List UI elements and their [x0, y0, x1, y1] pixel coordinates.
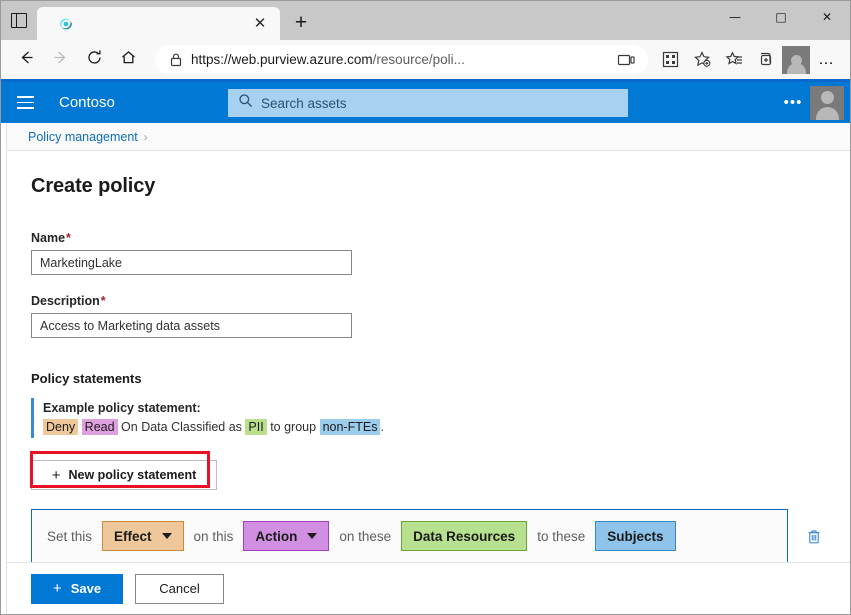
example-token-chip: non-FTEs: [320, 419, 381, 435]
vertical-tabs-icon: [11, 13, 27, 28]
field-description: Description* Access to Marketing data as…: [7, 294, 850, 338]
subjects-label: Subjects: [607, 529, 663, 544]
cancel-button[interactable]: Cancel: [135, 574, 224, 604]
breadcrumb-item-policy-management[interactable]: Policy management: [28, 130, 138, 144]
minimize-button[interactable]: —: [712, 1, 758, 33]
required-marker: *: [100, 294, 106, 308]
browser-toolbar: https://web.purview.azure.com/resource/p…: [1, 40, 850, 82]
search-input[interactable]: Search assets: [228, 89, 628, 117]
tab-actions-icon[interactable]: [1, 1, 37, 40]
hamburger-menu-icon[interactable]: [1, 82, 49, 123]
page-content: Policy management › Create policy Name* …: [7, 123, 850, 614]
chevron-down-icon: [307, 533, 317, 539]
page-body: Policy management › Create policy Name* …: [1, 123, 850, 614]
example-token-text: .: [380, 420, 383, 434]
url-text: https://web.purview.azure.com/resource/p…: [187, 52, 612, 67]
account-avatar[interactable]: [810, 86, 844, 120]
browser-tab[interactable]: ✕: [37, 7, 280, 40]
statement-prefix-2: on this: [194, 529, 234, 544]
profile-avatar[interactable]: [782, 46, 810, 74]
add-favorite-icon[interactable]: [686, 44, 718, 76]
search-icon: [238, 93, 253, 113]
home-button[interactable]: [111, 43, 145, 77]
forward-arrow-icon: [51, 48, 70, 72]
app-more-icon[interactable]: •••: [776, 82, 810, 123]
example-token-text: to group: [270, 420, 316, 434]
effect-dropdown[interactable]: Effect: [102, 521, 184, 551]
forward-button[interactable]: [43, 43, 77, 77]
statement-prefix-3: on these: [339, 529, 391, 544]
browser-settings-more-icon[interactable]: …: [810, 44, 842, 76]
description-input[interactable]: Access to Marketing data assets: [31, 313, 352, 338]
brand-name: Contoso: [49, 94, 115, 111]
close-icon: ✕: [822, 11, 832, 23]
breadcrumb-separator-icon: ›: [138, 130, 154, 144]
policy-statements-heading: Policy statements: [7, 371, 850, 386]
form-action-bar: + Save Cancel: [7, 562, 850, 614]
address-bar[interactable]: https://web.purview.azure.com/resource/p…: [155, 45, 648, 75]
example-token-chip: PII: [245, 419, 266, 435]
maximize-button[interactable]: □: [758, 1, 804, 33]
data-resources-selector[interactable]: Data Resources: [401, 521, 527, 551]
lock-icon: [165, 52, 187, 68]
save-button[interactable]: + Save: [31, 574, 123, 604]
tab-strip: ✕ + — □ ✕: [1, 1, 850, 40]
action-label: Action: [255, 529, 297, 544]
qr-code-icon[interactable]: [654, 44, 686, 76]
favorites-list-icon[interactable]: [718, 44, 750, 76]
effect-label: Effect: [114, 529, 152, 544]
refresh-icon: [85, 48, 104, 72]
statement-prefix-4: to these: [537, 529, 585, 544]
page-title: Create policy: [7, 151, 850, 198]
example-title: Example policy statement:: [43, 401, 850, 415]
trash-icon[interactable]: [805, 528, 823, 546]
policy-statement-row: Set this Effect on this Action on these …: [31, 509, 788, 562]
back-button[interactable]: [9, 43, 43, 77]
new-policy-statement-wrapper: + New policy statement: [31, 460, 227, 490]
example-token-text: On Data Classified as: [121, 420, 242, 434]
example-token-chip: Deny: [43, 419, 78, 435]
example-token-chip: Read: [82, 419, 118, 435]
search-placeholder: Search assets: [253, 96, 347, 111]
field-name-label: Name*: [31, 231, 850, 245]
url-path: /resource/poli...: [373, 52, 465, 67]
example-statement-line: Deny Read On Data Classified as PII to g…: [43, 419, 850, 435]
back-arrow-icon: [17, 48, 36, 72]
required-marker: *: [65, 231, 71, 245]
window-controls: — □ ✕: [712, 1, 850, 33]
field-name: Name* MarketingLake: [7, 231, 850, 275]
minimize-icon: —: [729, 11, 741, 23]
maximize-icon: □: [775, 11, 786, 23]
avatar: [782, 46, 810, 74]
purview-logo-icon: [57, 15, 75, 33]
home-icon: [119, 48, 138, 72]
example-policy-statement: Example policy statement: Deny Read On D…: [31, 398, 850, 438]
data-resources-label: Data Resources: [413, 529, 515, 544]
new-policy-statement-label: New policy statement: [68, 468, 196, 482]
chevron-down-icon: [162, 533, 172, 539]
save-label: Save: [71, 581, 101, 596]
name-input[interactable]: MarketingLake: [31, 250, 352, 275]
subjects-selector[interactable]: Subjects: [595, 521, 675, 551]
field-description-label: Description*: [31, 294, 850, 308]
url-domain: https://web.purview.azure.com: [191, 52, 373, 67]
plus-icon: +: [53, 581, 62, 596]
form-scroll-area: Create policy Name* MarketingLake Descri…: [7, 151, 850, 562]
statement-prefix-1: Set this: [47, 529, 92, 544]
plus-icon: +: [52, 468, 61, 483]
split-screen-icon[interactable]: [612, 52, 640, 68]
close-tab-icon[interactable]: ✕: [248, 12, 272, 36]
collections-icon[interactable]: [750, 44, 782, 76]
close-window-button[interactable]: ✕: [804, 1, 850, 33]
action-dropdown[interactable]: Action: [243, 521, 329, 551]
app-header: Contoso Search assets •••: [1, 82, 850, 123]
refresh-button[interactable]: [77, 43, 111, 77]
app-header-actions: •••: [776, 82, 850, 123]
breadcrumb: Policy management ›: [7, 123, 850, 151]
browser-window: ✕ + — □ ✕: [0, 0, 851, 615]
new-tab-button[interactable]: +: [284, 8, 318, 38]
new-policy-statement-button[interactable]: + New policy statement: [31, 460, 217, 490]
